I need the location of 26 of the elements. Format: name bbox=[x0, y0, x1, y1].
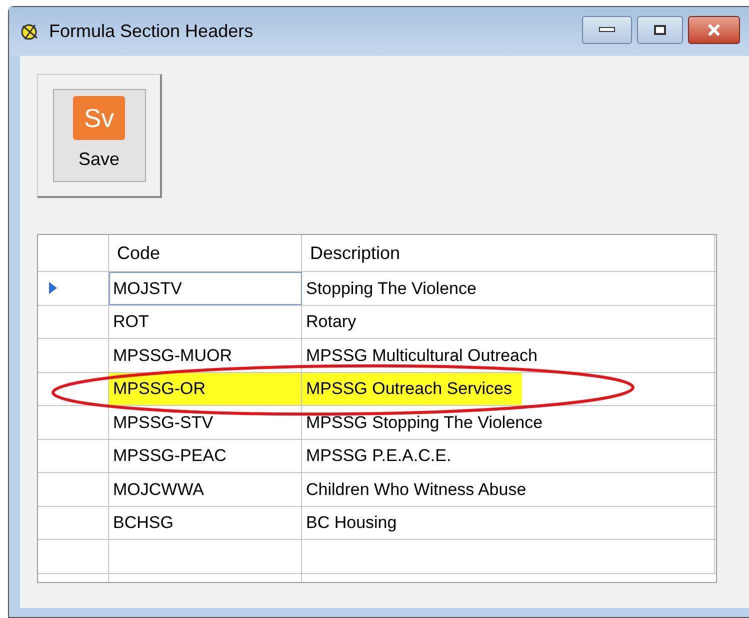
table-cell-text: Stopping The Violence bbox=[305, 278, 478, 300]
column-header[interactable]: Description bbox=[302, 235, 715, 271]
maximize-button[interactable] bbox=[637, 16, 683, 44]
table-cell-text: Children Who Witness Abuse bbox=[305, 478, 528, 500]
table-cell-text: MPSSG P.E.A.C.E. bbox=[305, 445, 452, 467]
table-cell[interactable]: MOJSTV bbox=[109, 272, 302, 304]
column-header[interactable]: Code bbox=[109, 235, 302, 271]
window-title: Formula Section Headers bbox=[49, 20, 254, 43]
table-cell[interactable]: MPSSG-MUOR bbox=[109, 339, 302, 372]
save-button[interactable]: Sv Save bbox=[52, 89, 146, 182]
close-icon bbox=[706, 24, 722, 36]
table-cell[interactable]: BCHSG bbox=[109, 506, 302, 539]
save-icon: Sv bbox=[73, 96, 125, 140]
minimize-button[interactable] bbox=[582, 16, 632, 44]
table-cell[interactable]: MOJCWWA bbox=[109, 473, 302, 506]
table-cell[interactable]: MPSSG-PEAC bbox=[109, 440, 302, 472]
table-cell-text: Rotary bbox=[305, 311, 358, 333]
table-cell-text: MPSSG Stopping The Violence bbox=[305, 412, 544, 434]
close-button[interactable] bbox=[688, 16, 740, 44]
table-cell-text: MPSSG Multicultural Outreach bbox=[305, 344, 538, 366]
table-cell[interactable]: ROT bbox=[109, 306, 302, 338]
table-cell: MPSSG Outreach Services bbox=[302, 373, 522, 404]
table-cell-text: BC Housing bbox=[305, 512, 398, 534]
table-cell[interactable]: MPSSG-STV bbox=[109, 406, 302, 438]
current-row-icon bbox=[48, 281, 58, 296]
table-cell[interactable]: MPSSG-OR bbox=[109, 372, 302, 405]
